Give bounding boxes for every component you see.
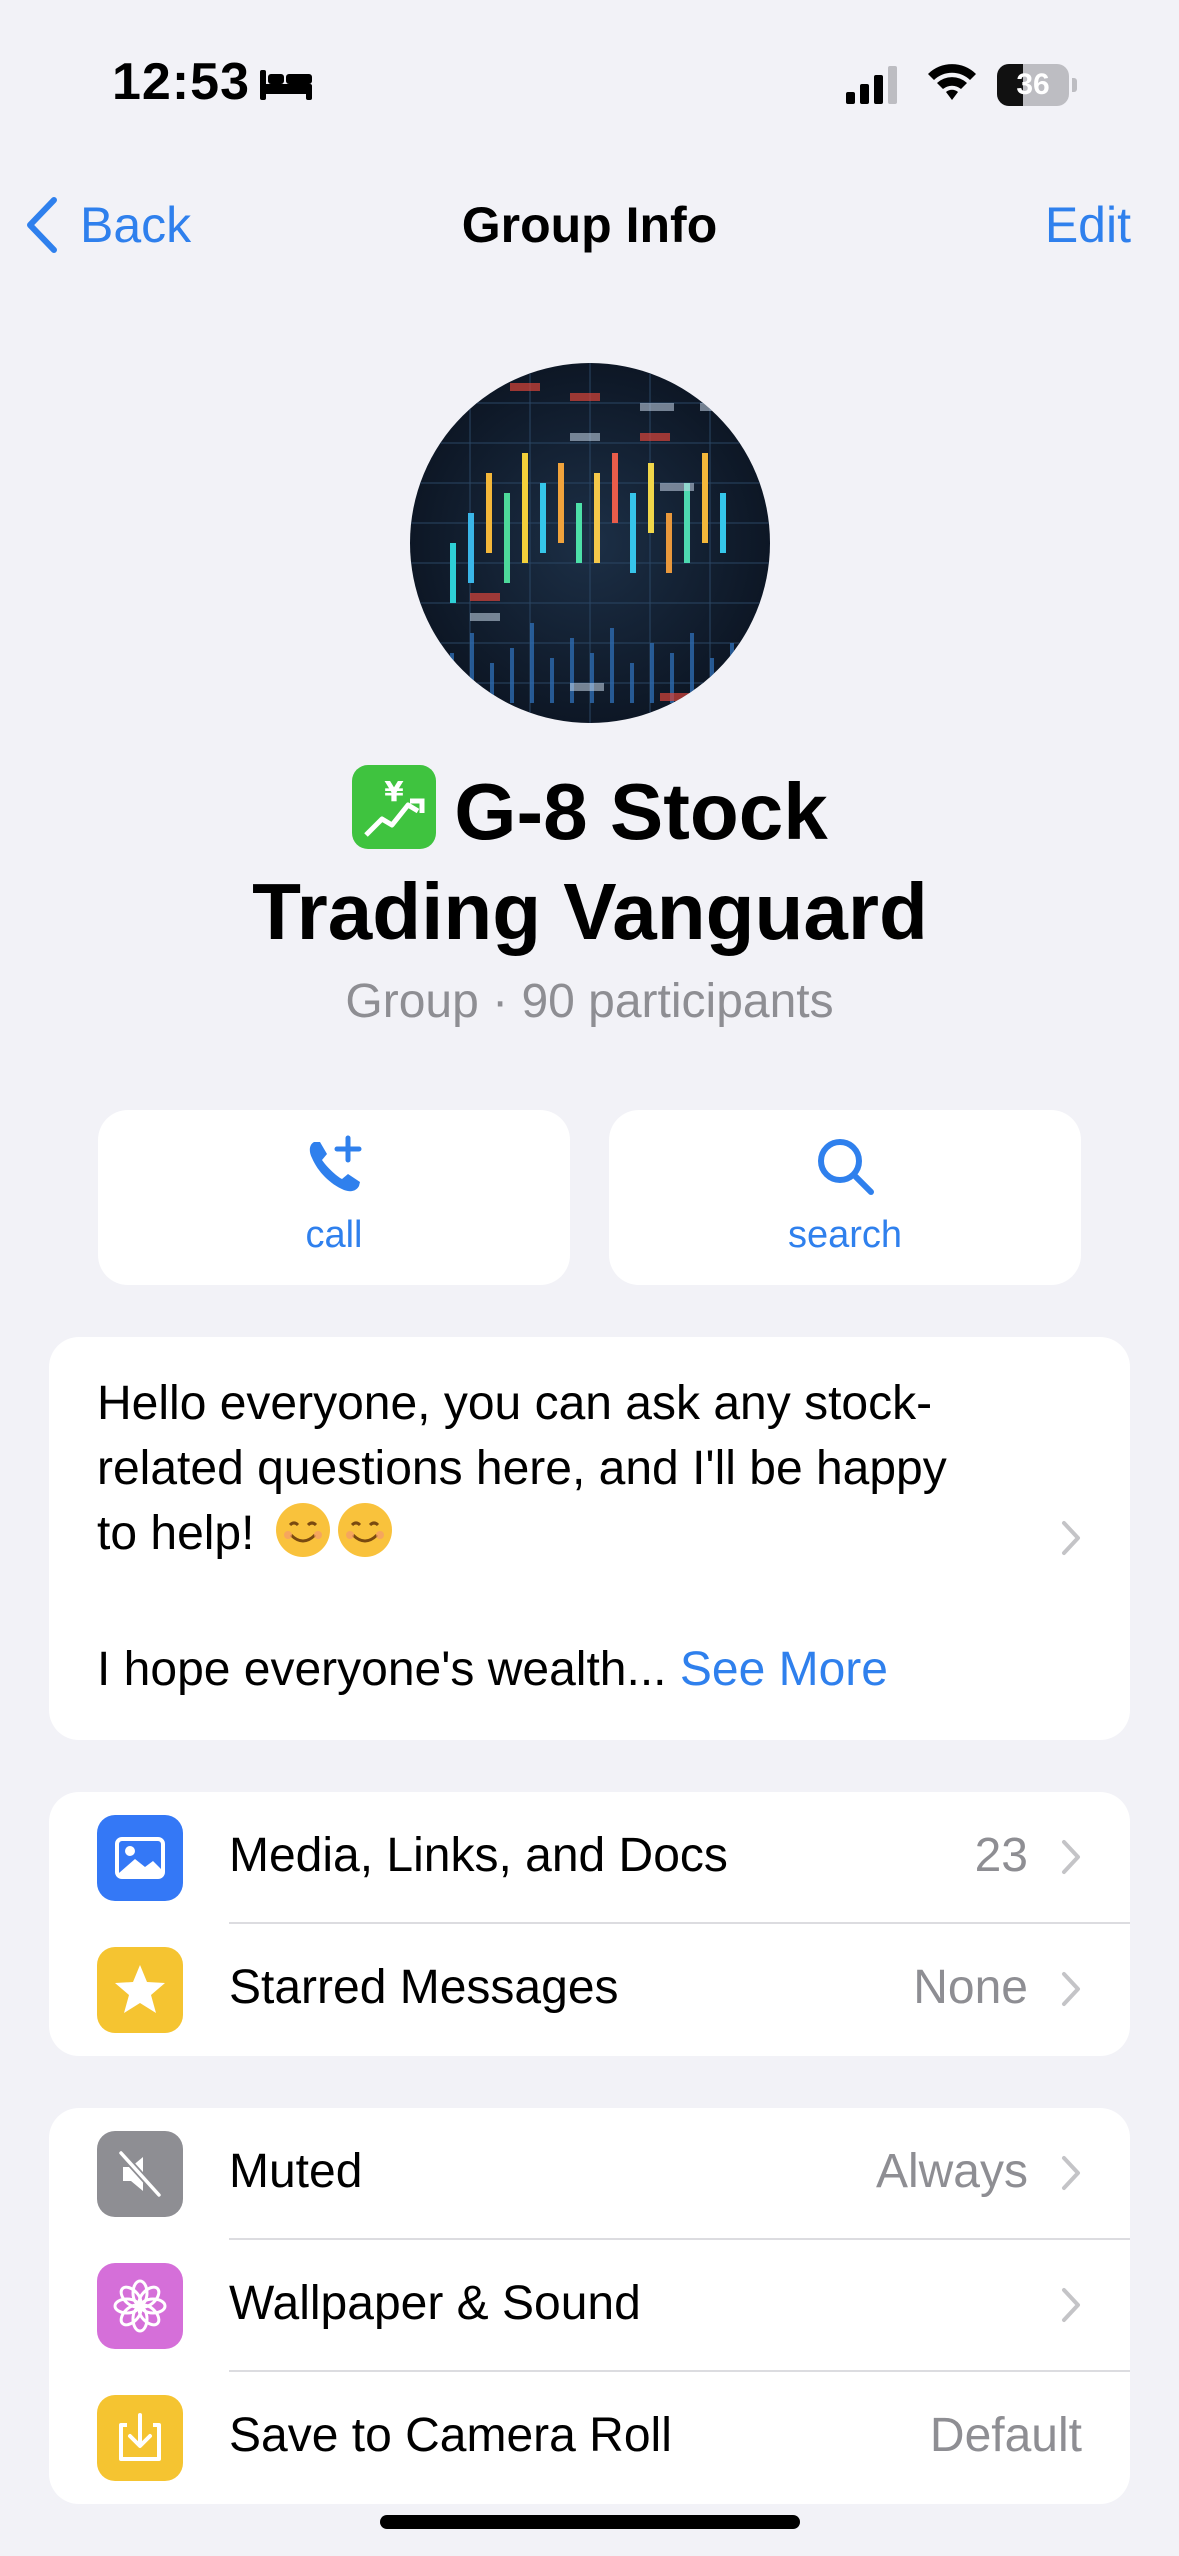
signal-icon xyxy=(846,66,897,104)
phone-add-icon xyxy=(309,1135,362,1192)
search-label: search xyxy=(787,1214,903,1256)
group-name-line2: Trading Vanguard xyxy=(252,867,928,956)
flower-icon xyxy=(97,2263,183,2349)
chevron-right-icon xyxy=(1062,2156,1080,2190)
chart-yen-icon: ¥ xyxy=(352,765,437,849)
save-to-camera-roll-row[interactable]: Save to Camera Roll Default xyxy=(49,2372,1130,2504)
battery-icon: 36 xyxy=(997,64,1077,106)
download-icon xyxy=(97,2395,183,2481)
description-line2: related questions here, and I'll be happ… xyxy=(97,1442,947,1495)
svg-text:¥: ¥ xyxy=(385,775,405,808)
status-time: 12:53 xyxy=(112,53,250,111)
group-name-line1: G-8 Stock xyxy=(454,767,828,856)
row-label: Starred Messages xyxy=(229,1961,619,2014)
edit-button[interactable]: Edit xyxy=(1045,196,1131,254)
group-avatar[interactable] xyxy=(410,363,770,723)
group-subtitle: Group · 90 participants xyxy=(345,975,834,1028)
row-label: Media, Links, and Docs xyxy=(229,1829,728,1882)
row-label: Save to Camera Roll xyxy=(229,2409,672,2462)
status-bar: 12:53 36 xyxy=(0,0,1179,150)
smiling-face-icon xyxy=(337,1503,392,1557)
row-value: 23 xyxy=(974,1829,1028,1882)
stock-chart-image xyxy=(410,363,770,723)
page-title: Group Info xyxy=(461,197,718,253)
description-line3: to help! xyxy=(97,1507,255,1560)
photo-icon xyxy=(97,1815,183,1901)
row-label: Wallpaper & Sound xyxy=(229,2277,641,2330)
group-name: ¥ G-8 Stock Trading Vanguard xyxy=(120,762,1060,962)
muted-row[interactable]: Muted Always xyxy=(49,2108,1130,2240)
search-icon xyxy=(818,1139,874,1195)
chevron-right-icon xyxy=(1062,1972,1080,2006)
chevron-right-icon xyxy=(1062,1840,1080,1874)
search-button[interactable]: search xyxy=(609,1110,1081,1285)
star-icon xyxy=(97,1947,183,2033)
settings-section: Muted Always Wallpaper & Sound Save to C… xyxy=(49,2108,1130,2504)
bed-icon xyxy=(260,70,312,100)
description-line1: Hello everyone, you can ask any stock- xyxy=(97,1377,933,1430)
wifi-icon xyxy=(928,64,976,100)
row-label: Muted xyxy=(229,2145,363,2198)
battery-level: 36 xyxy=(1016,68,1050,101)
row-value: Default xyxy=(929,2409,1082,2462)
description-text: Hello everyone, you can ask any stock- r… xyxy=(97,1371,1047,1566)
starred-messages-row[interactable]: Starred Messages None xyxy=(49,1924,1130,2056)
description-line4: I hope everyone's wealth... xyxy=(97,1643,667,1696)
chevron-right-icon xyxy=(1062,2288,1080,2322)
media-links-docs-row[interactable]: Media, Links, and Docs 23 xyxy=(49,1792,1130,1924)
wallpaper-sound-row[interactable]: Wallpaper & Sound xyxy=(49,2240,1130,2372)
smiling-face-icon xyxy=(275,1503,330,1557)
speaker-muted-icon xyxy=(97,2131,183,2217)
call-label: call xyxy=(305,1214,363,1256)
home-indicator[interactable] xyxy=(380,2515,800,2529)
chevron-right-icon xyxy=(1062,1521,1080,1555)
group-description[interactable]: Hello everyone, you can ask any stock- r… xyxy=(49,1337,1130,1740)
call-button[interactable]: call xyxy=(98,1110,570,1285)
row-value: Always xyxy=(875,2145,1028,2198)
nav-bar: Back Group Info Edit xyxy=(0,180,1179,270)
media-section: Media, Links, and Docs 23 Starred Messag… xyxy=(49,1792,1130,2056)
see-more-link[interactable]: See More xyxy=(680,1643,888,1696)
description-preview: I hope everyone's wealth... See More xyxy=(97,1637,888,1702)
row-value: None xyxy=(913,1961,1028,2014)
